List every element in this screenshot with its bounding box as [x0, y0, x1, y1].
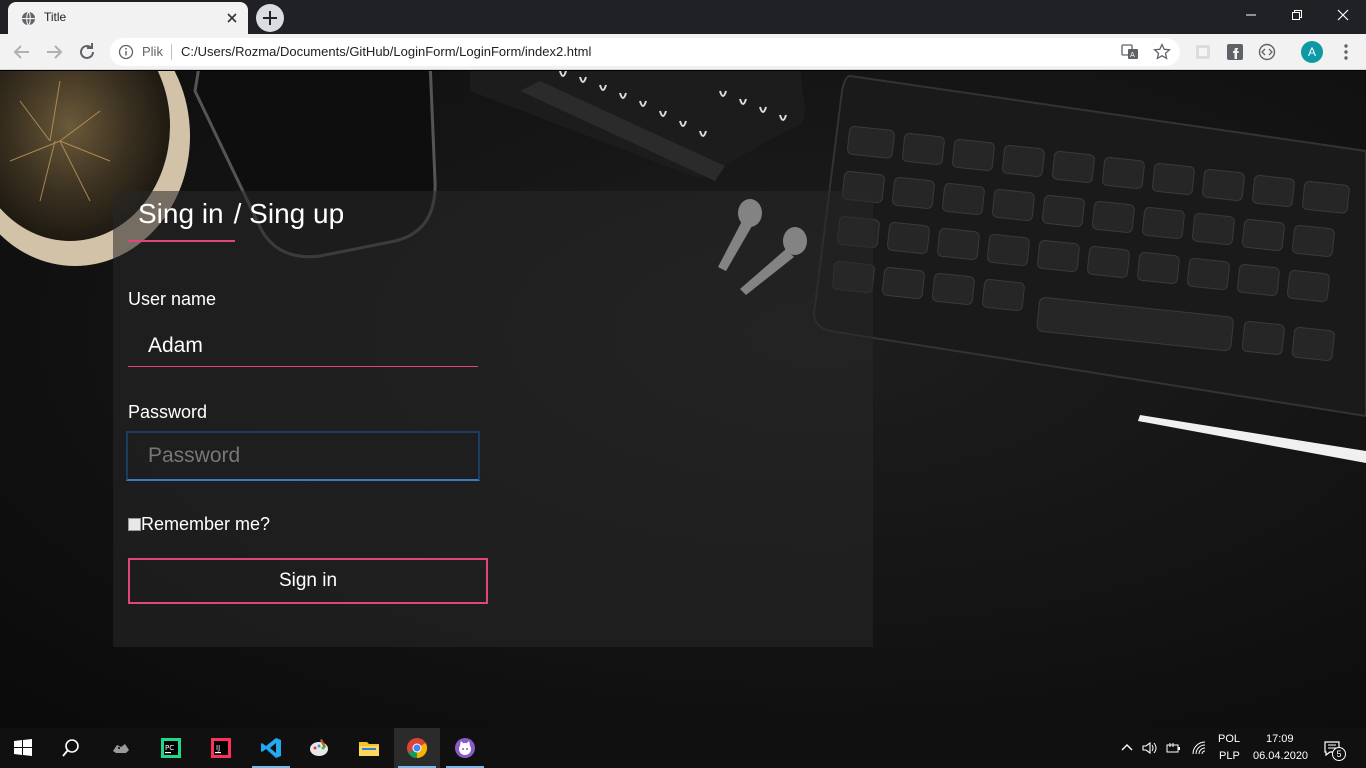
- password-label: Password: [128, 402, 208, 422]
- remember-me-row: Remember me?: [128, 514, 270, 535]
- search-icon: [62, 739, 79, 757]
- notification-count-badge: 5: [1332, 747, 1346, 761]
- extension-icon[interactable]: [1194, 43, 1212, 61]
- svg-text:PC: PC: [165, 744, 174, 752]
- taskbar-app-chrome[interactable]: [394, 728, 440, 768]
- wifi-icon[interactable]: [1191, 740, 1207, 756]
- divider: [171, 44, 172, 60]
- page-viewport: Sing in / Sing up User name Password Reme…: [0, 71, 1366, 728]
- kebab-menu-icon[interactable]: [1338, 43, 1354, 61]
- browser-tab[interactable]: Title: [8, 2, 248, 34]
- windows-taskbar: PC IJ POL PLP 17:09 06.04.2020: [0, 728, 1366, 768]
- restore-icon: [1292, 10, 1302, 20]
- keyboard-layout[interactable]: PLP: [1219, 750, 1240, 762]
- file-explorer-icon: [359, 742, 379, 756]
- reload-icon[interactable]: [75, 40, 99, 64]
- taskbar-app-vscode[interactable]: [248, 728, 294, 768]
- vscode-icon: [261, 738, 281, 758]
- close-window-button[interactable]: [1320, 0, 1366, 30]
- taskbar-app-explorer[interactable]: [346, 728, 392, 768]
- plus-icon: [263, 11, 277, 25]
- chrome-icon: [407, 738, 428, 759]
- scheme-label: Plik: [142, 44, 163, 59]
- address-bar[interactable]: Plik C:/Users/Rozma/Documents/GitHub/Log…: [110, 38, 1180, 66]
- restore-button[interactable]: [1274, 0, 1320, 30]
- forward-arrow-icon[interactable]: [42, 40, 66, 64]
- clock-date[interactable]: 06.04.2020: [1253, 750, 1308, 762]
- chevron-up-icon[interactable]: [1120, 741, 1134, 755]
- intellij-icon: IJ: [211, 738, 231, 758]
- taskbar-app-intellij[interactable]: IJ: [198, 728, 244, 768]
- taskbar-app-cat[interactable]: [98, 728, 144, 768]
- pycharm-icon: PC: [161, 738, 181, 758]
- clock-time[interactable]: 17:09: [1266, 733, 1294, 745]
- code-extension-icon[interactable]: [1258, 43, 1276, 61]
- username-label: User name: [128, 289, 217, 309]
- taskbar-app-github-desktop[interactable]: [442, 728, 488, 768]
- back-arrow-icon[interactable]: [10, 40, 34, 64]
- close-tab-icon[interactable]: [222, 8, 242, 28]
- svg-text:A: A: [1130, 51, 1135, 59]
- taskbar-app-paint[interactable]: [296, 728, 342, 768]
- bookmark-star-icon[interactable]: [1153, 43, 1171, 61]
- volume-icon[interactable]: [1141, 740, 1157, 756]
- info-icon[interactable]: [118, 44, 134, 60]
- remember-me-checkbox[interactable]: [128, 518, 141, 531]
- paint-icon: [310, 739, 328, 756]
- login-panel: Sing in / Sing up User name Password Reme…: [113, 191, 873, 647]
- minimize-icon: [1246, 14, 1256, 16]
- tab-sign-up[interactable]: / Sing up: [234, 198, 345, 229]
- cat-app-icon: [113, 744, 129, 753]
- new-tab-button[interactable]: [256, 4, 284, 32]
- facebook-extension-icon[interactable]: [1226, 43, 1244, 61]
- username-input[interactable]: [128, 325, 478, 367]
- windows-start-icon: [14, 739, 32, 756]
- minimize-button[interactable]: [1228, 0, 1274, 30]
- language-code[interactable]: POL: [1218, 733, 1240, 745]
- svg-text:IJ: IJ: [216, 744, 220, 752]
- profile-avatar[interactable]: A: [1301, 41, 1323, 63]
- translate-icon[interactable]: A: [1121, 43, 1139, 61]
- tab-sign-in[interactable]: Sing in: [138, 198, 224, 229]
- password-input[interactable]: [126, 431, 480, 481]
- browser-toolbar: Plik C:/Users/Rozma/Documents/GitHub/Log…: [0, 34, 1366, 70]
- form-heading: Sing in / Sing up: [138, 198, 344, 230]
- github-desktop-icon: [455, 738, 475, 758]
- start-button[interactable]: [0, 728, 46, 768]
- search-button[interactable]: [48, 728, 94, 768]
- tab-title: Title: [44, 10, 67, 24]
- sign-in-button[interactable]: Sign in: [128, 558, 488, 604]
- taskbar-app-pycharm[interactable]: PC: [148, 728, 194, 768]
- tab-strip: Title: [0, 0, 1366, 34]
- active-tab-indicator: [128, 240, 235, 242]
- remember-me-label: Remember me?: [141, 514, 271, 534]
- battery-plug-icon[interactable]: [1166, 740, 1182, 756]
- close-icon: [1337, 9, 1349, 21]
- url-text[interactable]: C:/Users/Rozma/Documents/GitHub/LoginFor…: [181, 44, 591, 59]
- globe-icon: [21, 11, 36, 26]
